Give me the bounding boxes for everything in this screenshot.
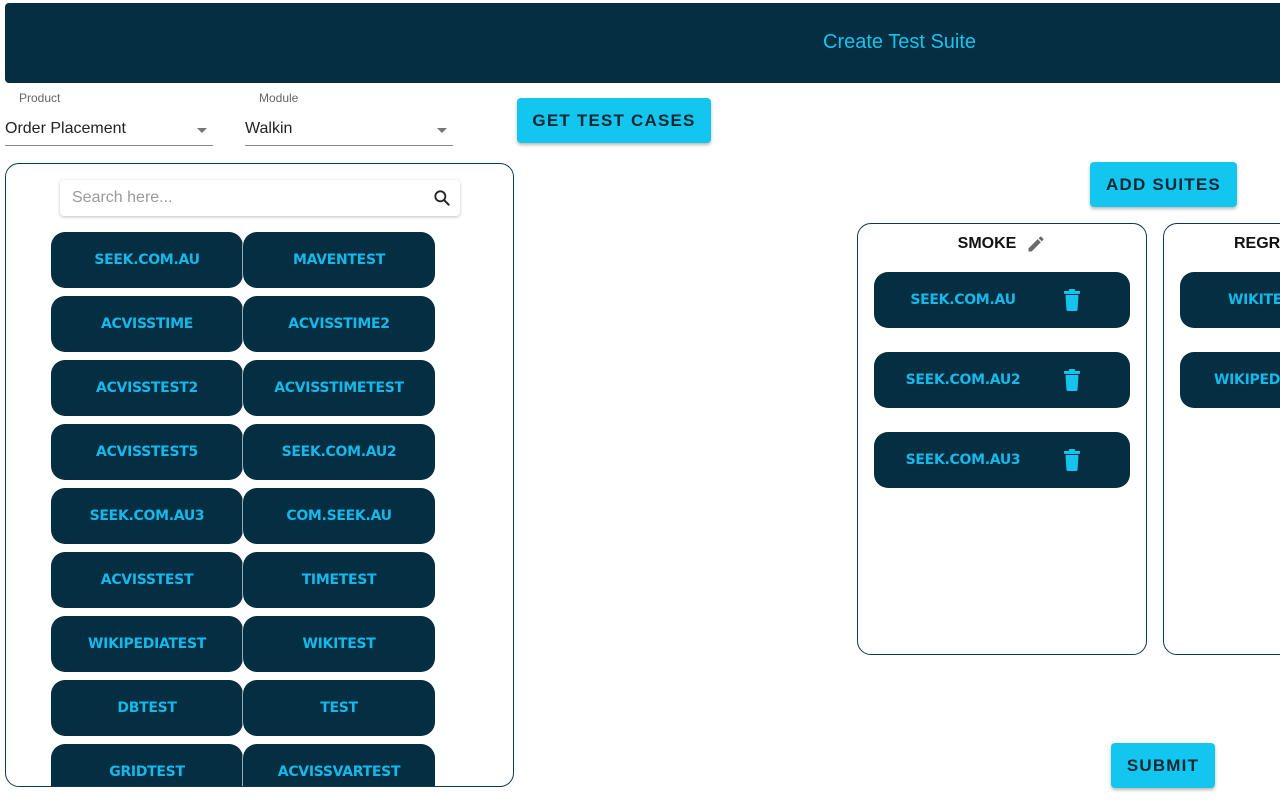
submit-button[interactable]: SUBMIT [1111, 743, 1215, 788]
suite-card-smoke: SMOKE SEEK.COM.AU SEEK.COM.AU2 SEEK.COM.… [857, 223, 1147, 655]
suite-item[interactable]: SEEK.COM.AU [874, 272, 1130, 328]
trash-icon[interactable] [1063, 449, 1081, 472]
test-case-pill[interactable]: ACVISSTIME [51, 296, 243, 352]
page-title: Create Test Suite [823, 31, 977, 53]
test-case-pill[interactable]: ACVISSVARTEST [243, 744, 435, 786]
suite-item[interactable]: WIKITE [1180, 272, 1280, 328]
suite-item[interactable]: WIKIPEDI [1180, 352, 1280, 408]
product-value: Order Placement [5, 120, 126, 137]
suite-name: REGR [1234, 235, 1280, 252]
suite-item-name: SEEK.COM.AU2 [905, 372, 1021, 388]
product-label: Product [19, 91, 61, 105]
test-case-pill[interactable]: DBTEST [51, 680, 243, 736]
suite-item-name: SEEK.COM.AU [910, 292, 1016, 308]
trash-icon[interactable] [1063, 369, 1081, 392]
test-case-list: SEEK.COM.AU MAVENTEST ACVISSTIME ACVISSTIME… [51, 232, 437, 786]
suite-item[interactable]: SEEK.COM.AU2 [874, 352, 1130, 408]
test-case-pill[interactable]: ACVISSTIMETEST [243, 360, 435, 416]
search-icon[interactable] [432, 188, 452, 208]
module-label: Module [259, 91, 299, 105]
suite-header: SMOKE [858, 232, 1146, 256]
product-underline [5, 145, 213, 146]
test-case-pill[interactable]: SEEK.COM.AU [51, 232, 243, 288]
test-case-pill[interactable]: COM.SEEK.AU [243, 488, 435, 544]
test-case-pill[interactable]: MAVENTEST [243, 232, 435, 288]
test-case-pill[interactable]: SEEK.COM.AU2 [243, 424, 435, 480]
app-header: Create Test Suite [5, 3, 1280, 83]
suite-card-regression: REGR WIKITE WIKIPEDI [1163, 223, 1280, 655]
search-box [60, 180, 460, 216]
test-case-pill[interactable]: TIMETEST [243, 552, 435, 608]
test-case-pill[interactable]: ACVISSTEST2 [51, 360, 243, 416]
suite-item-name: WIKITE [1228, 292, 1280, 308]
suite-name: SMOKE [957, 235, 1017, 252]
chevron-down-icon [197, 128, 207, 133]
test-case-pill[interactable]: TEST [243, 680, 435, 736]
pencil-icon[interactable] [1026, 234, 1046, 254]
module-value: Walkin [245, 120, 293, 137]
add-suites-button[interactable]: ADD SUITES [1090, 162, 1237, 207]
test-case-pill[interactable]: ACVISSTIME2 [243, 296, 435, 352]
test-case-panel: SEEK.COM.AUMAVENTESTACVISSTIMEACVISSTIME… [5, 163, 514, 787]
get-test-cases-button[interactable]: GET TEST CASES [517, 98, 711, 143]
test-case-pill[interactable]: GRIDTEST [51, 744, 243, 786]
test-case-pill[interactable]: ACVISSTEST5 [51, 424, 243, 480]
suite-item-name: WIKIPEDI [1214, 372, 1280, 388]
suite-item-name: SEEK.COM.AU3 [905, 452, 1021, 468]
suite-header: REGR [1164, 232, 1280, 256]
test-case-pill[interactable]: WIKITEST [243, 616, 435, 672]
search-input[interactable] [60, 180, 420, 216]
module-underline [245, 145, 453, 146]
chevron-down-icon [437, 128, 447, 133]
test-case-pill[interactable]: SEEK.COM.AU3 [51, 488, 243, 544]
trash-icon[interactable] [1063, 289, 1081, 312]
test-case-pill[interactable]: WIKIPEDIATEST [51, 616, 243, 672]
suite-item[interactable]: SEEK.COM.AU3 [874, 432, 1130, 488]
test-case-pill[interactable]: ACVISSTEST [51, 552, 243, 608]
